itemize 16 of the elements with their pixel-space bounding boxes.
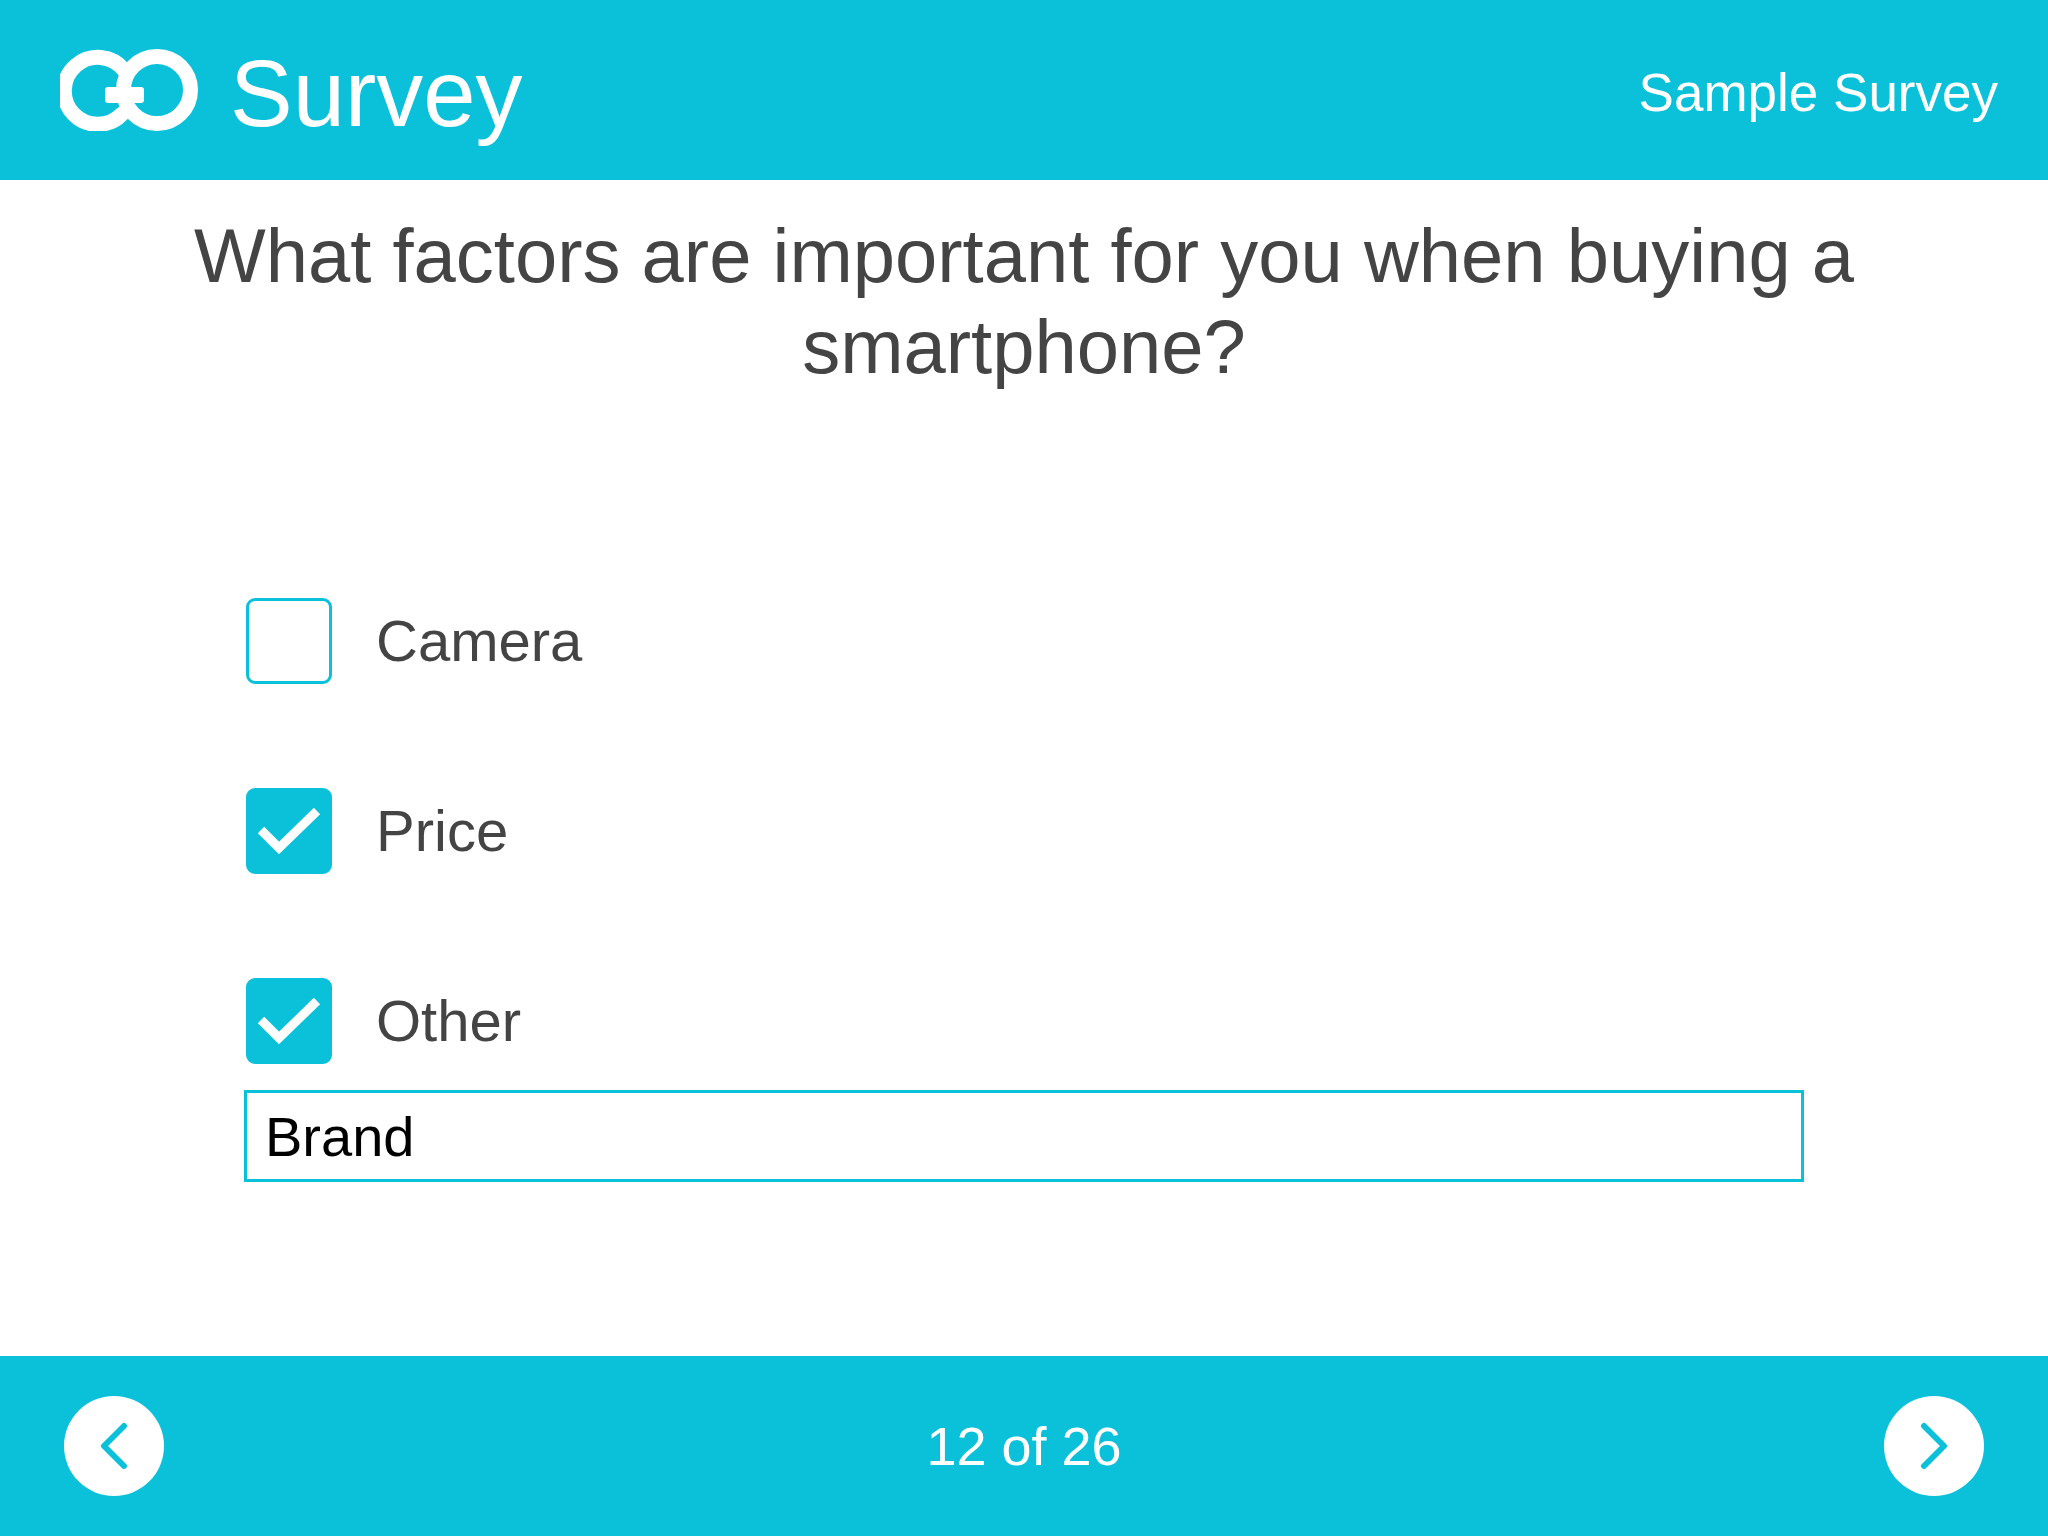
logo-text: Survey — [230, 40, 523, 149]
checkbox[interactable] — [246, 598, 332, 684]
page-counter: 12 of 26 — [926, 1414, 1122, 1478]
question-text: What factors are important for you when buying a smartphone? — [192, 212, 1856, 391]
check-icon — [256, 806, 322, 856]
logo-icon — [60, 49, 198, 131]
chevron-right-icon — [1918, 1422, 1950, 1470]
option-label: Other — [376, 987, 522, 1056]
other-text-field[interactable]: Brand — [244, 1090, 1804, 1182]
survey-title: Sample Survey — [1638, 62, 1998, 125]
option-label: Camera — [376, 607, 583, 676]
option-label: Price — [376, 797, 509, 866]
checkbox[interactable] — [246, 978, 332, 1064]
checkbox[interactable] — [246, 788, 332, 874]
chevron-left-icon — [98, 1422, 130, 1470]
check-icon — [256, 996, 322, 1046]
